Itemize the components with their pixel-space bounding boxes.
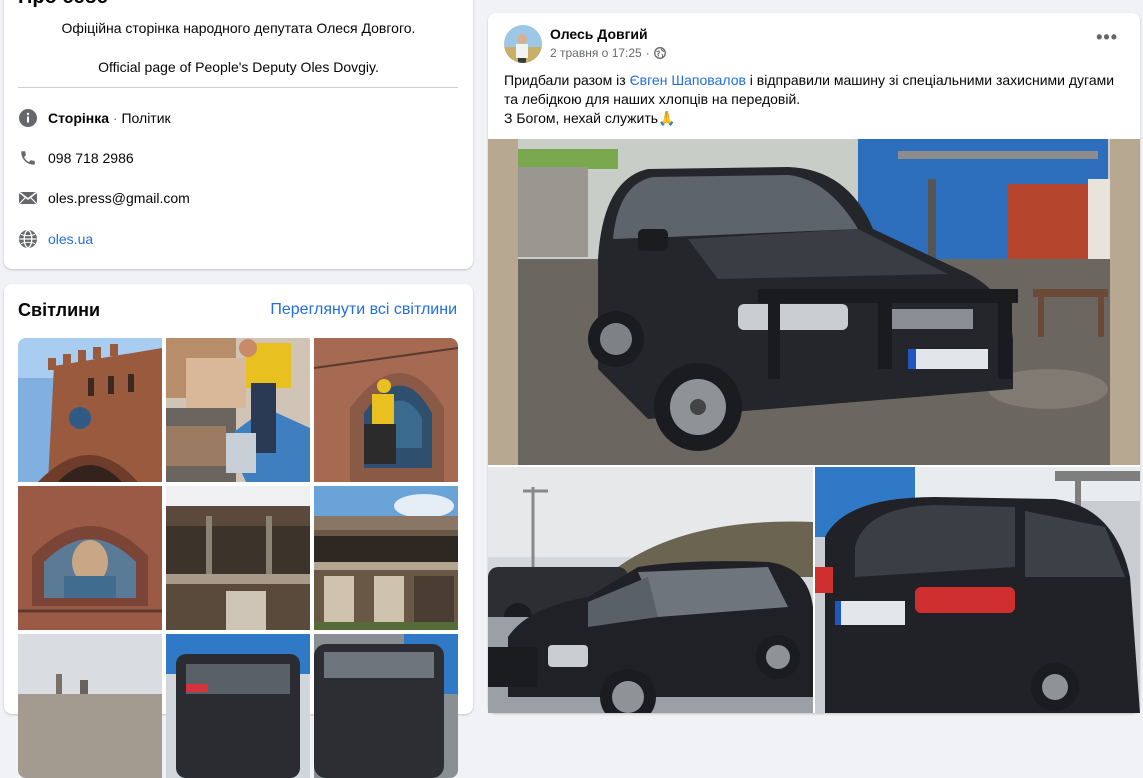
photos-grid [18, 338, 458, 778]
email-row: oles.press@gmail.com [18, 187, 190, 209]
phone-icon [18, 148, 38, 168]
see-all-photos-link[interactable]: Переглянути всі світлини [270, 301, 457, 319]
photo-thumbnail[interactable] [18, 634, 162, 778]
photos-card: Світлини Переглянути всі світлини [4, 284, 473, 778]
post-image-bottom-left[interactable] [488, 467, 813, 713]
post-card: Олесь Довгий 2 травня о 17:25 · ••• Прид… [488, 13, 1140, 713]
about-card: Про себе Офіційна сторінка народного деп… [4, 0, 473, 269]
email-address[interactable]: oles.press@gmail.com [48, 190, 190, 206]
photo-thumbnail[interactable] [166, 634, 310, 778]
about-heading: Про себе [18, 0, 108, 9]
post-meta: 2 травня о 17:25 · [550, 46, 666, 60]
mail-icon [18, 188, 38, 208]
tagged-person-link[interactable]: Євген Шаповалов [630, 72, 746, 88]
website-link[interactable]: oles.ua [48, 231, 93, 247]
author-avatar[interactable] [504, 25, 542, 63]
more-options-button[interactable]: ••• [1096, 27, 1118, 48]
post-text: Придбали разом із Євген Шаповалов і відп… [504, 71, 1124, 128]
info-icon [18, 108, 38, 128]
post-author-name[interactable]: Олесь Довгий [550, 26, 648, 42]
about-divider [18, 87, 458, 88]
photo-thumbnail[interactable] [18, 486, 162, 630]
photo-thumbnail[interactable] [18, 338, 162, 482]
phone-number[interactable]: 098 718 2986 [48, 150, 134, 166]
website-row: oles.ua [18, 228, 93, 250]
about-description-ua: Офіційна сторінка народного депутата Оле… [61, 20, 416, 36]
post-timestamp[interactable]: 2 травня о 17:25 [550, 46, 642, 60]
post-text-before: Придбали разом із [504, 72, 630, 88]
photo-thumbnail[interactable] [314, 338, 458, 482]
page-type-separator: · [109, 110, 122, 126]
about-description-en: Official page of People's Deputy Oles Do… [98, 59, 379, 75]
photos-title: Світлини [18, 300, 101, 320]
photo-thumbnail[interactable] [314, 486, 458, 630]
page-category: Політик [121, 110, 171, 126]
page-type-label: Сторінка [48, 110, 110, 126]
page-type-row: Сторінка · Політик [18, 107, 171, 129]
meta-separator: · [645, 46, 650, 60]
public-globe-icon [653, 47, 666, 59]
post-image-bottom-right[interactable] [815, 467, 1140, 713]
photo-thumbnail[interactable] [314, 634, 458, 778]
photo-thumbnail[interactable] [166, 338, 310, 482]
photo-thumbnail[interactable] [166, 486, 310, 630]
post-text-line2: З Богом, нехай служить🙏 [504, 110, 676, 126]
post-image-main[interactable] [488, 139, 1140, 465]
phone-row: 098 718 2986 [18, 147, 134, 169]
globe-icon [18, 229, 38, 249]
